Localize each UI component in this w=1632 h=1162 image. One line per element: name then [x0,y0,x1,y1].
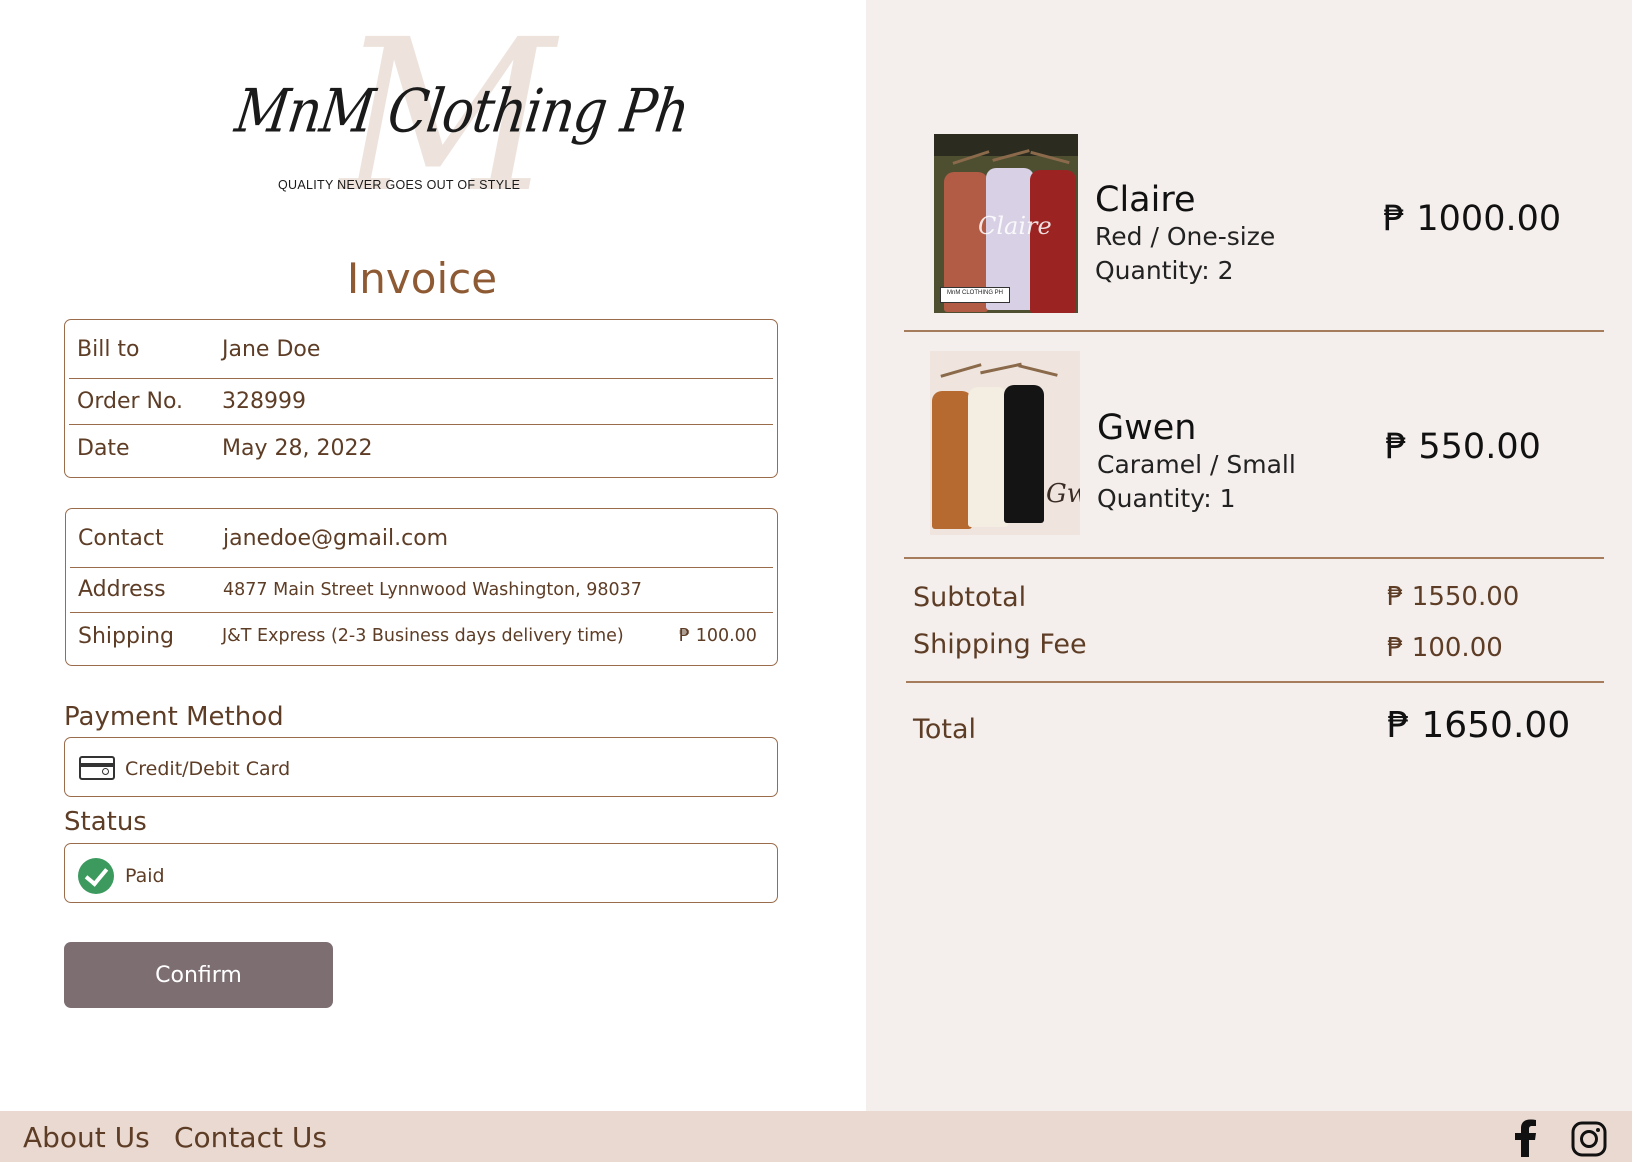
item-name: Gwen [1097,408,1197,448]
status-heading: Status [64,807,147,837]
item-divider [904,330,1604,332]
image-tag: MnM CLOTHING PH [940,287,1010,303]
order-summary-panel: Claire MnM CLOTHING PH Claire Red / One-… [866,0,1632,1111]
logo-tagline: QUALITY NEVER GOES OUT OF STYLE [278,178,521,192]
shipping-fee-value: ₱ 100.00 [1387,633,1503,663]
product-image-gwen: Gw [930,351,1080,535]
item-name: Claire [1095,180,1196,220]
shipping-price: ₱ 100.00 [679,626,757,646]
payment-method-field[interactable]: Credit/Debit Card [64,737,778,797]
address-value: 4877 Main Street Lynnwood Washington, 98… [223,579,642,600]
total-label: Total [913,714,977,745]
shipping-value: J&T Express (2-3 Business days delivery … [222,626,624,646]
about-us-link[interactable]: About Us [23,1121,150,1154]
total-divider [906,681,1604,683]
subtotal-value: ₱ 1550.00 [1387,582,1520,612]
bill-to-value: Jane Doe [222,336,321,362]
subtotal-label: Subtotal [913,582,1027,613]
bill-to-row: Bill to Jane Doe [65,320,777,378]
contact-box: Contact janedoe@gmail.com Address 4877 M… [65,508,778,666]
items-divider [904,557,1604,559]
footer: About Us Contact Us [0,1111,1632,1162]
order-no-label: Order No. [77,388,184,414]
status-value: Paid [125,865,165,887]
address-label: Address [78,577,166,602]
contact-label: Contact [78,525,164,551]
status-field: Paid [64,843,778,903]
item-price: ₱ 1000.00 [1383,199,1562,239]
brand-logo: M MnM Clothing Ph QUALITY NEVER GOES OUT… [230,12,693,235]
date-value: May 28, 2022 [222,435,373,461]
shipping-fee-label: Shipping Fee [913,629,1087,660]
confirm-button[interactable]: Confirm [64,942,333,1008]
shipping-row: Shipping J&T Express (2-3 Business days … [66,612,777,660]
invoice-panel: M MnM Clothing Ph QUALITY NEVER GOES OUT… [0,0,866,1111]
product-image-claire: Claire MnM CLOTHING PH [934,134,1078,313]
contact-row: Contact janedoe@gmail.com [66,509,777,567]
order-no-value: 328999 [222,388,306,414]
contact-value: janedoe@gmail.com [223,525,449,551]
address-row: Address 4877 Main Street Lynnwood Washin… [66,567,777,612]
logo-text: MnM Clothing Ph [231,77,693,147]
item-variant: Caramel / Small [1097,450,1296,479]
billing-box: Bill to Jane Doe Order No. 328999 Date M… [64,319,778,478]
item-quantity: Quantity: 1 [1097,484,1236,513]
payment-method-heading: Payment Method [64,702,284,732]
item-price: ₱ 550.00 [1385,427,1541,467]
item-variant: Red / One-size [1095,222,1276,251]
image-watermark: Claire [978,212,1052,240]
check-circle-icon [78,858,114,894]
date-row: Date May 28, 2022 [65,424,777,472]
instagram-icon[interactable] [1571,1121,1607,1157]
payment-method-value: Credit/Debit Card [125,758,291,780]
credit-card-icon [79,756,115,780]
facebook-icon[interactable] [1510,1119,1540,1157]
page-title: Invoice [346,254,498,303]
image-watermark: Gw [1046,479,1080,509]
item-quantity: Quantity: 2 [1095,256,1234,285]
contact-us-link[interactable]: Contact Us [174,1121,327,1154]
shipping-label: Shipping [78,623,174,649]
total-value: ₱ 1650.00 [1387,705,1571,746]
date-label: Date [77,435,130,461]
bill-to-label: Bill to [77,336,140,362]
order-no-row: Order No. 328999 [65,378,777,424]
